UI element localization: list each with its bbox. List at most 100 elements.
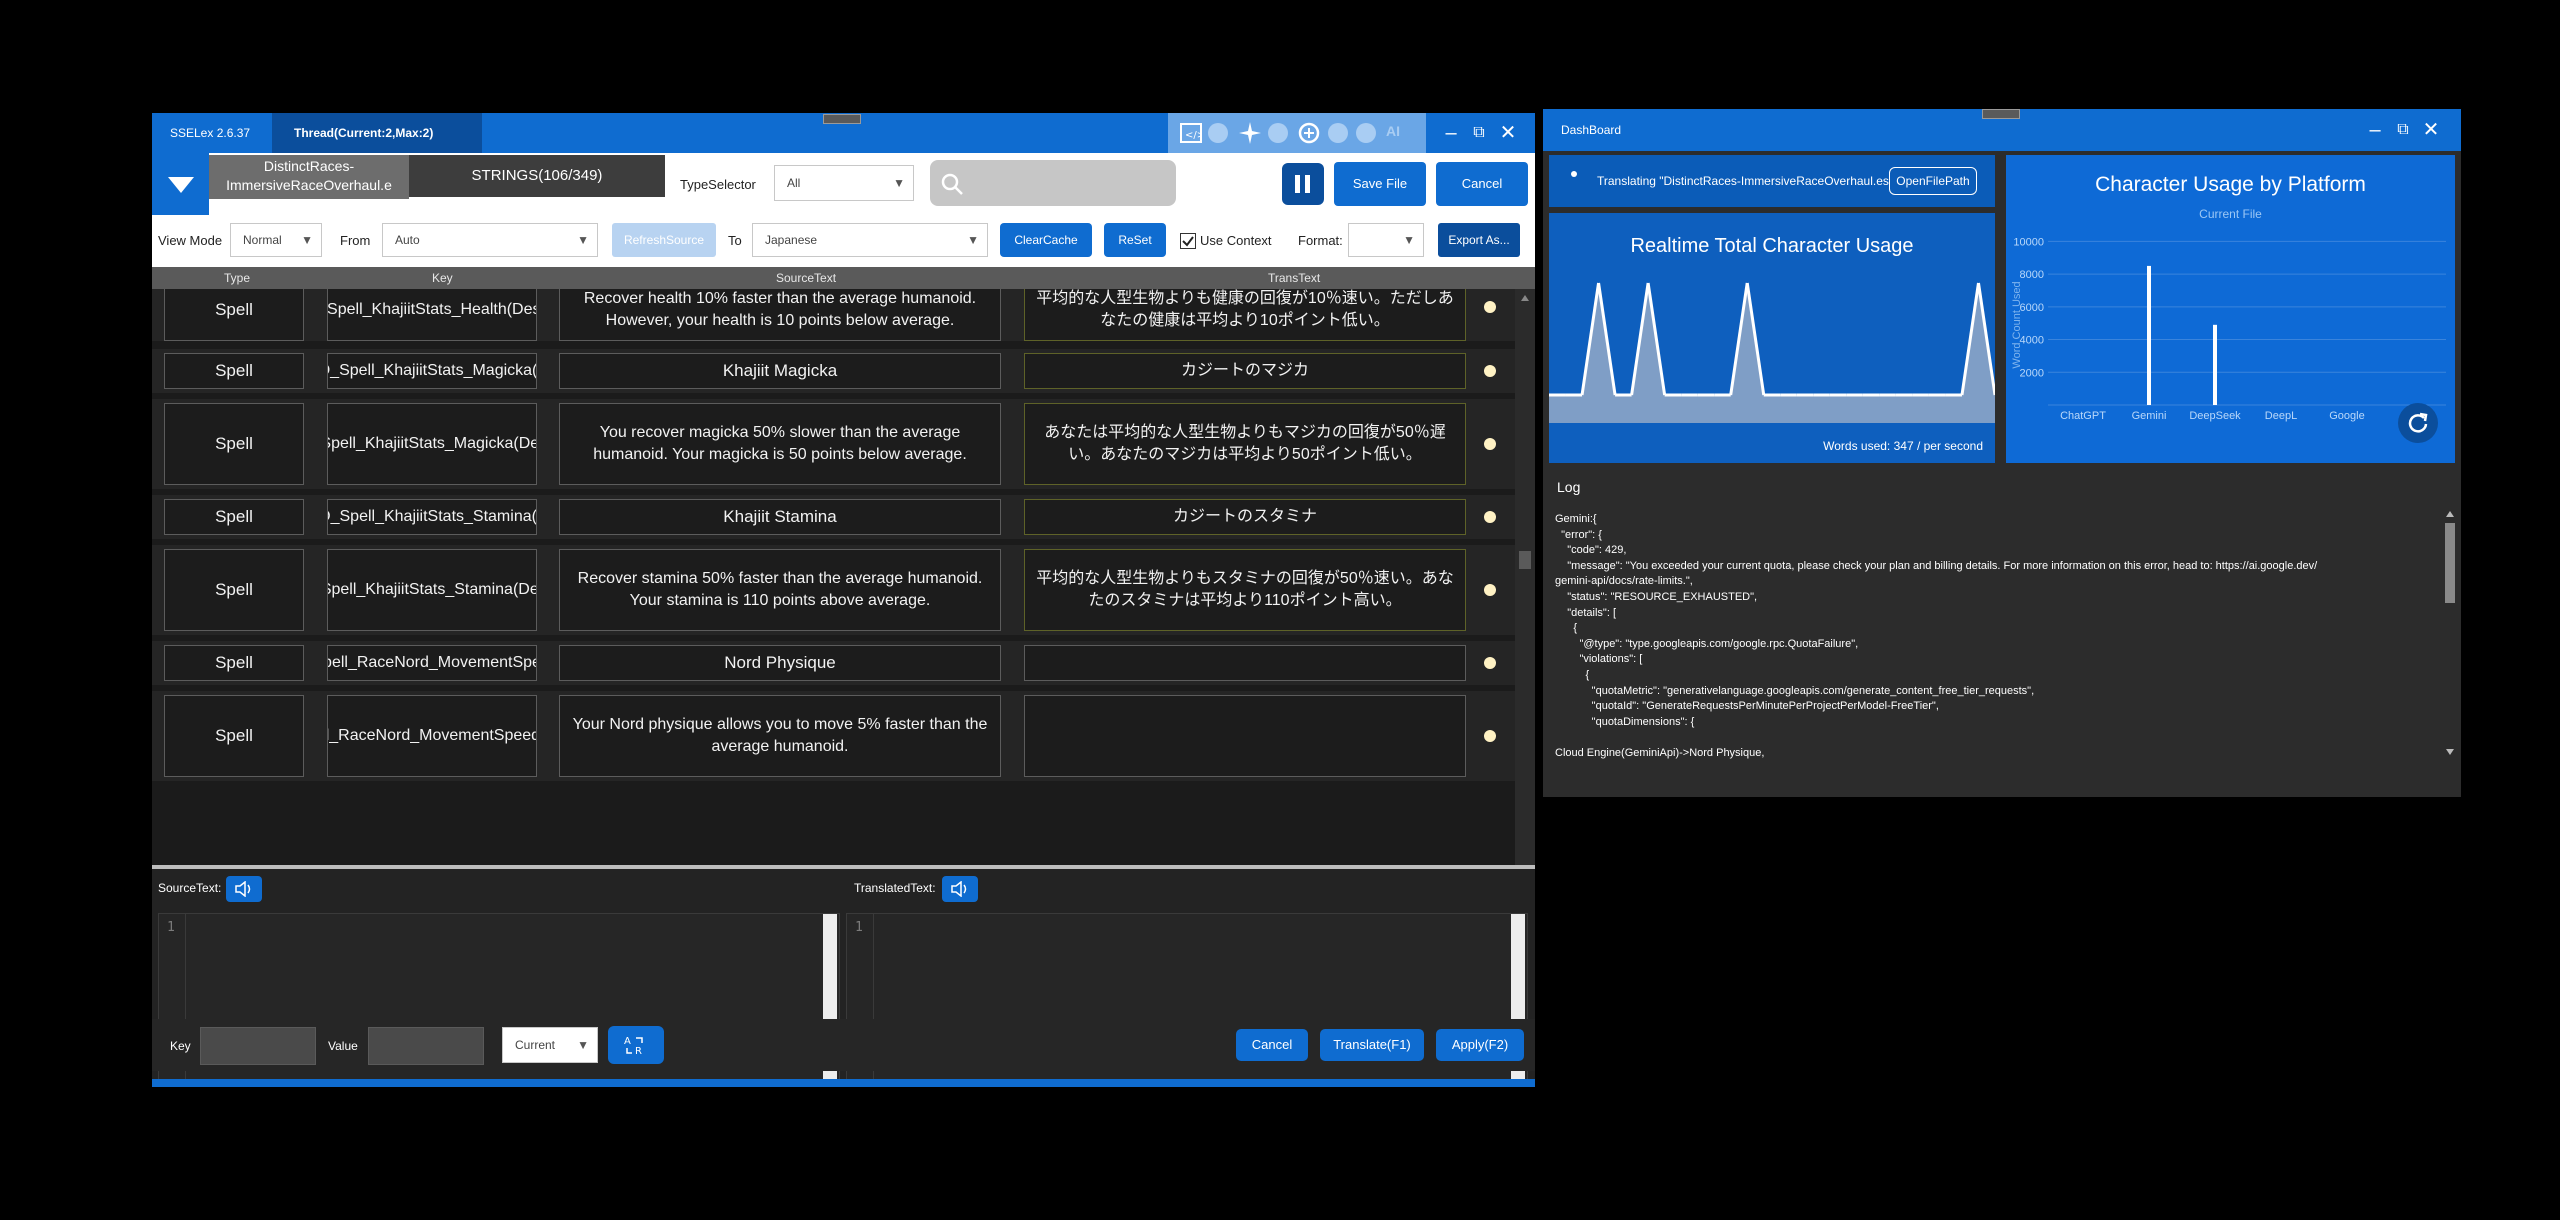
tool-icon[interactable] [1268, 123, 1288, 143]
cell-key[interactable]: DRIRO_Spell_KhajiitStats_Magicka(Descrip… [327, 403, 537, 485]
log-output[interactable]: Gemini:{ "error": { "code": 429, "messag… [1549, 507, 2443, 761]
status-strip [152, 1079, 1535, 1087]
log-line: "message": "You exceeded your current qu… [1555, 559, 2318, 572]
view-mode-dropdown[interactable]: Normal ▼ [230, 223, 322, 257]
cell-type[interactable]: Spell [164, 499, 304, 535]
cell-source[interactable]: Recover stamina 50% faster than the aver… [559, 549, 1001, 631]
y-tick-label: 8000 [2020, 269, 2044, 281]
cell-source[interactable]: Khajiit Stamina [559, 499, 1001, 535]
clear-cache-button[interactable]: ClearCache [1000, 223, 1092, 257]
cell-trans[interactable]: カジートのスタミナ [1024, 499, 1466, 535]
sparkle-icon[interactable] [1238, 121, 1262, 145]
cell-type[interactable]: Spell [164, 695, 304, 777]
column-header-source[interactable]: SourceText [776, 271, 836, 285]
cell-trans[interactable]: 平均的な人型生物よりも健康の回復が10％速い。ただしあなたの健康は平均より10ポ… [1024, 289, 1466, 341]
cell-trans[interactable]: カジートのマジカ [1024, 353, 1466, 389]
file-tab[interactable]: DistinctRaces- ImmersiveRaceOverhaul.e [209, 155, 409, 199]
column-header-type[interactable]: Type [224, 271, 250, 285]
log-line: "code": 429, [1555, 544, 1627, 557]
table-row[interactable]: Spell DRIRO_Spell_KhajiitStats_Stamina(N… [152, 495, 1515, 539]
column-header-key[interactable]: Key [432, 271, 453, 285]
value-input[interactable] [368, 1027, 484, 1065]
window-drag-handle[interactable] [1982, 109, 2020, 119]
cell-type[interactable]: Spell [164, 353, 304, 389]
tool-icon[interactable] [1356, 123, 1376, 143]
speak-translation-button[interactable] [942, 876, 978, 902]
column-header-trans[interactable]: TransText [1268, 271, 1320, 285]
menu-button[interactable] [152, 153, 209, 215]
to-language-dropdown[interactable]: Japanese ▼ [752, 223, 988, 257]
save-file-button[interactable]: Save File [1334, 162, 1426, 206]
cell-type[interactable]: Spell [164, 549, 304, 631]
cell-trans[interactable]: あなたは平均的な人型生物よりもマジカの回復が50％遅い。あなたのマジカは平均より… [1024, 403, 1466, 485]
restore-icon[interactable]: ⧉ [1467, 121, 1491, 145]
ai-icon[interactable]: AI [1386, 123, 1400, 139]
cell-trans[interactable] [1024, 695, 1466, 777]
table-scrollbar[interactable] [1515, 289, 1535, 865]
table-row[interactable]: Spell DRIRO_Spell_KhajiitStats_Magicka(D… [152, 399, 1515, 489]
key-input[interactable] [200, 1027, 316, 1065]
table-row[interactable]: Spell DRIRO_Spell_RaceNord_MovementSpeed… [152, 641, 1515, 685]
cell-key[interactable]: DRIRO_Spell_RaceNord_MovementSpeed(Descr… [327, 695, 537, 777]
tool-icon[interactable] [1208, 123, 1228, 143]
export-as-button[interactable]: Export As... [1438, 223, 1520, 257]
x-tick-label: Google [2329, 410, 2364, 422]
log-scrollbar[interactable] [2443, 507, 2457, 761]
strings-tab[interactable]: STRINGS(106/349) [409, 155, 665, 197]
scroll-up-icon[interactable] [2446, 511, 2454, 517]
close-icon[interactable]: ✕ [1496, 121, 1520, 145]
cell-source[interactable]: Your Nord physique allows you to move 5%… [559, 695, 1001, 777]
scroll-thumb[interactable] [2445, 523, 2455, 603]
use-context-checkbox[interactable] [1180, 233, 1196, 249]
cell-source[interactable]: You recover magicka 50% slower than the … [559, 403, 1001, 485]
cell-type[interactable]: Spell [164, 645, 304, 681]
scroll-up-icon[interactable] [1521, 295, 1529, 301]
refresh-chart-button[interactable] [2398, 403, 2438, 443]
refresh-source-button[interactable]: RefreshSource [612, 223, 716, 257]
reset-button[interactable]: ReSet [1104, 223, 1166, 257]
cell-source[interactable]: Recover health 10% faster than the avera… [559, 289, 1001, 341]
pause-button[interactable] [1282, 163, 1324, 205]
open-file-path-button[interactable]: OpenFilePath [1889, 167, 1977, 195]
speak-source-button[interactable] [226, 876, 262, 902]
cell-type[interactable]: Spell [164, 289, 304, 341]
scroll-down-icon[interactable] [2446, 749, 2454, 755]
window-drag-handle[interactable] [823, 114, 861, 124]
table-row[interactable]: Spell DRIRO_Spell_KhajiitStats_Stamina(D… [152, 545, 1515, 635]
cancel-button[interactable]: Cancel [1436, 162, 1528, 206]
scope-dropdown[interactable]: Current ▼ [502, 1027, 598, 1063]
apply-button[interactable]: Apply(F2) [1436, 1029, 1524, 1061]
cell-key[interactable]: DRIRO_Spell_KhajiitStats_Stamina(Descrip… [327, 549, 537, 631]
table-row[interactable]: Spell DRIRO_Spell_KhajiitStats_Health(De… [152, 289, 1515, 341]
cell-key[interactable]: DRIRO_Spell_KhajiitStats_Health(Descript… [327, 289, 537, 341]
close-icon[interactable]: ✕ [2419, 118, 2443, 142]
type-selector-dropdown[interactable]: All ▼ [774, 165, 914, 201]
from-language-dropdown[interactable]: Auto ▼ [382, 223, 598, 257]
table-row[interactable]: Spell DRIRO_Spell_RaceNord_MovementSpeed… [152, 691, 1515, 781]
table-row[interactable]: Spell DRIRO_Spell_KhajiitStats_Magicka(N… [152, 349, 1515, 393]
cell-source[interactable]: Nord Physique [559, 645, 1001, 681]
minimize-icon[interactable]: – [1439, 121, 1463, 145]
tool-icon[interactable] [1328, 123, 1348, 143]
cancel-edit-button[interactable]: Cancel [1236, 1029, 1308, 1061]
code-window-icon[interactable]: </> [1180, 123, 1202, 143]
scroll-thumb[interactable] [1519, 551, 1531, 569]
cell-key[interactable]: DRIRO_Spell_KhajiitStats_Magicka(Name) [327, 353, 537, 389]
minimize-icon[interactable]: – [2363, 118, 2387, 142]
cell-trans[interactable] [1024, 645, 1466, 681]
translate-button[interactable]: Translate(F1) [1320, 1029, 1424, 1061]
cell-type[interactable]: Spell [164, 403, 304, 485]
pause-icon [1295, 175, 1310, 193]
search-input[interactable] [930, 160, 1176, 206]
cell-source[interactable]: Khajiit Magicka [559, 353, 1001, 389]
view-mode-label: View Mode [158, 233, 223, 248]
openai-icon[interactable] [1298, 122, 1320, 144]
table-header: Type Key SourceText TransText [152, 267, 1535, 289]
cell-key[interactable]: DRIRO_Spell_KhajiitStats_Stamina(Name) [327, 499, 537, 535]
replace-text-button[interactable]: AR [608, 1026, 664, 1064]
cell-key[interactable]: DRIRO_Spell_RaceNord_MovementSpeed(Name) [327, 645, 537, 681]
log-line: gemini-api/docs/rate-limits.", [1555, 575, 1693, 588]
format-dropdown[interactable]: ▼ [1348, 223, 1424, 257]
restore-icon[interactable]: ⧉ [2391, 118, 2415, 142]
cell-trans[interactable]: 平均的な人型生物よりもスタミナの回復が50％速い。あなたのスタミナは平均より11… [1024, 549, 1466, 631]
